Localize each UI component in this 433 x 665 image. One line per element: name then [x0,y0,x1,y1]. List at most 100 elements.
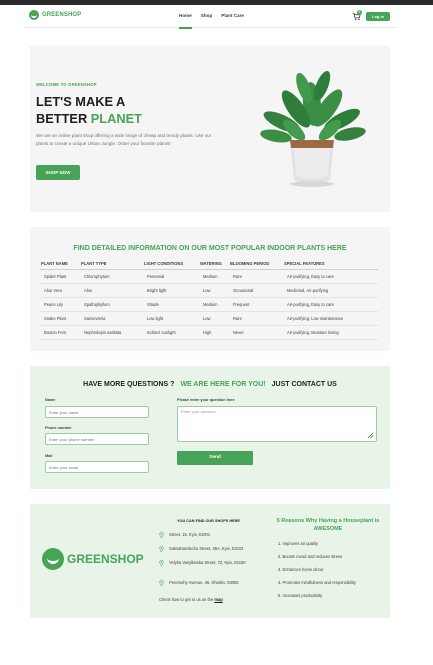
nav-plant-care[interactable]: Plant Care [221,13,244,18]
contact-heading-part1: HAVE MORE QUESTIONS ? [83,381,175,388]
table-cell: Low light [143,311,199,326]
location-pin-icon [159,580,164,586]
shop-address: Peremohy Avenue, 45, Kharkiv, 03058 [159,580,267,587]
question-placeholder: Enter your question [181,409,216,414]
reason-item: 1. Improves air quality [278,541,319,546]
table-cell: Chlorophytum [80,269,143,284]
table-cell: Shade [143,297,199,312]
reason-item: 2. Boosts mood and reduces stress [278,554,343,559]
table-cell: Rare [229,311,283,326]
column-header: SPECIAL FEATURES [283,259,378,270]
hero-title-line2: BETTER [36,111,91,126]
table-cell: Boston Fern [40,325,80,340]
table-cell: Peace Lily [40,297,80,312]
column-header: BLOOMING PERIOD [229,259,283,270]
table-cell: Medium [199,269,229,284]
contact-heading-highlight: WE ARE HERE FOR YOU! [180,381,266,388]
table-cell: Sansevieria [80,311,143,326]
address-text: Peremohy Avenue, 45, Kharkiv, 03058 [169,580,239,585]
phone-input[interactable] [45,433,149,445]
reasons-title: 5 Reasons Why Having a Houseplant is AWE… [276,518,380,532]
table-cell: Air-purifying, Low maintenance [283,311,378,326]
resize-grip-icon[interactable] [367,432,374,439]
hero-title-highlight: PLANET [90,111,142,126]
hero-welcome-text: WELCOME TO GREENSHOP [36,82,97,87]
column-header: PLANT TYPE [80,259,143,270]
potted-plant-image [260,70,366,187]
shop-address: Saksahanskoho Street, 35A, Kyiv, 01033 [159,546,267,553]
footer-card: GREENSHOP YOU CAN FIND OUR SHOPS HERE St… [30,504,390,618]
address-text: Street, 15, Kyiv, 01001 [169,532,211,537]
plant-info-section: FIND DETAILED INFORMATION ON OUR MOST PO… [30,227,390,351]
cart-button[interactable]: 0 [352,10,362,21]
hero-description: We are an online plant shop offering a w… [36,133,212,146]
table-cell: Air-purifying, Moisture loving [283,325,378,340]
location-pin-icon [159,560,164,566]
nav-home[interactable]: Home [179,13,192,29]
table-cell: Medicinal, Air-purifying [283,283,378,298]
question-label: Please enter your question here [177,398,235,402]
column-header: PLANT NAME [40,259,80,270]
contact-section: HAVE MORE QUESTIONS ? WE ARE HERE FOR YOU… [30,366,390,489]
table-row: Boston Fern Nephrolepis exaltata Indirec… [40,325,378,340]
map-link[interactable]: map [214,597,222,602]
location-pin-icon [159,546,164,552]
login-button[interactable]: Log In [366,12,390,21]
nav-shop[interactable]: Shop [201,13,212,18]
hero-title-line1: LET'S MAKE A [36,94,126,109]
phone-label: Phone number [45,426,72,430]
table-cell: High [199,325,229,340]
table-cell: Air-purifying, Easy to care [283,269,378,284]
question-textarea[interactable]: Enter your question [177,406,377,442]
table-cell: Frequent [229,297,283,312]
table-row: Aloe Vera Aloe Bright light Low Occasion… [40,283,378,298]
table-cell: Perennial [143,269,199,284]
table-header-row: PLANT NAME PLANT TYPE LIGHT CONDITIONS W… [40,259,378,270]
table-cell: Snake Plant [40,311,80,326]
table-cell: Never [229,325,283,340]
map-line: Check how to get to us on the map [159,597,223,602]
shop-address: Velyka Vasylkivska Street, 72, Kyiv, 031… [159,560,255,567]
site-header: GREENSHOP Home Shop Plant Care 0 Log In [24,6,397,29]
column-header: WATERING [199,259,229,270]
table-row: Spider Plant Chlorophytum Perennial Medi… [40,269,378,284]
reason-item: 3. Enhances home decor [278,567,324,572]
table-cell: Bright light [143,283,199,298]
mail-input[interactable] [45,461,149,473]
shop-now-button[interactable]: SHOP NOW [36,165,80,180]
table-cell: Aloe [80,283,143,298]
cart-count-badge: 0 [357,10,362,15]
table-cell: Medium [199,297,229,312]
window-top-strip [0,0,433,5]
table-cell: Low [199,311,229,326]
shop-address: Street, 15, Kyiv, 01001 [159,532,267,539]
plant-info-title: FIND DETAILED INFORMATION ON OUR MOST PO… [73,245,347,252]
leaf-logo-icon [42,548,64,570]
table-row: Snake Plant Sansevieria Low light Low Ra… [40,311,378,326]
table-cell: Spider Plant [40,269,80,284]
footer-logo-text: GREENSHOP [67,552,144,566]
name-input[interactable] [45,406,149,418]
main-nav: Home Shop Plant Care [179,13,244,29]
send-button[interactable]: Send [177,451,253,465]
contact-heading-part3: JUST CONTACT US [271,381,337,388]
plant-info-table: PLANT NAME PLANT TYPE LIGHT CONDITIONS W… [40,259,378,340]
table-cell: Rare [229,269,283,284]
logo[interactable]: GREENSHOP [29,10,81,20]
table-cell: Low [199,283,229,298]
address-text: Saksahanskoho Street, 35A, Kyiv, 01033 [169,546,244,551]
hero-section: WELCOME TO GREENSHOP LET'S MAKE A BETTER… [30,46,390,212]
table-cell: Indirect sunlight [143,325,199,340]
table-row: Peace Lily Spathiphyllum Shade Medium Fr… [40,297,378,312]
mail-label: Mail [45,454,53,458]
column-header: LIGHT CONDITIONS [143,259,199,270]
reason-item: 4. Promotes mindfulness and responsibili… [278,580,356,585]
reason-item: 5. Increases productivity [278,593,323,598]
shops-heading: YOU CAN FIND OUR SHOPS HERE [177,519,240,523]
table-cell: Air-purifying, Easy to care [283,297,378,312]
table-cell: Nephrolepis exaltata [80,325,143,340]
footer-logo[interactable]: GREENSHOP [42,548,144,570]
table-cell: Aloe Vera [40,283,80,298]
location-pin-icon [159,532,164,538]
table-cell: Spathiphyllum [80,297,143,312]
